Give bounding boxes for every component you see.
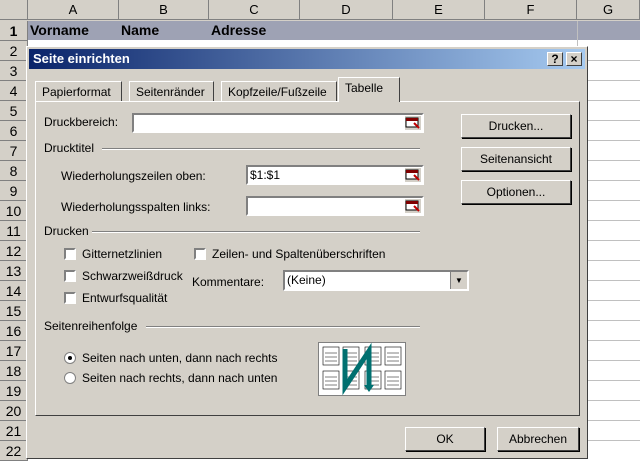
row-1-highlight bbox=[28, 21, 640, 40]
help-button[interactable]: ? bbox=[547, 52, 563, 66]
column-header-g[interactable]: G bbox=[577, 0, 640, 20]
repeat-columns-label: Wiederholungsspalten links: bbox=[61, 200, 211, 214]
collapse-dialog-icon[interactable] bbox=[405, 199, 421, 213]
print-group-label: Drucken bbox=[44, 224, 89, 238]
page-setup-dialog: Seite einrichten ? × Papierformat Seiten… bbox=[26, 46, 588, 459]
print-preview-button[interactable]: Seitenansicht bbox=[461, 147, 571, 171]
dialog-titlebar[interactable]: Seite einrichten ? × bbox=[29, 49, 585, 69]
close-button[interactable]: × bbox=[566, 52, 582, 66]
group-separator bbox=[146, 326, 420, 328]
column-header-e[interactable]: E bbox=[393, 0, 485, 20]
row-header-1[interactable]: 1 bbox=[0, 21, 28, 41]
row-header-16[interactable]: 16 bbox=[0, 321, 28, 341]
print-area-label: Druckbereich: bbox=[44, 115, 119, 129]
row-header-8[interactable]: 8 bbox=[0, 161, 28, 181]
cell-b1[interactable]: Name bbox=[121, 22, 159, 38]
print-titles-group-label: Drucktitel bbox=[44, 141, 95, 155]
row-header-3[interactable]: 3 bbox=[0, 61, 28, 81]
row-header-11[interactable]: 11 bbox=[0, 221, 28, 241]
row-header-10[interactable]: 10 bbox=[0, 201, 28, 221]
draft-quality-checkbox[interactable] bbox=[64, 292, 76, 304]
dialog-title: Seite einrichten bbox=[33, 51, 130, 66]
comments-label: Kommentare: bbox=[192, 275, 265, 289]
print-button[interactable]: Drucken... bbox=[461, 114, 571, 138]
row-header-18[interactable]: 18 bbox=[0, 361, 28, 381]
row-column-headings-checkbox[interactable] bbox=[194, 248, 206, 260]
row-header-19[interactable]: 19 bbox=[0, 381, 28, 401]
column-header-c[interactable]: C bbox=[209, 0, 300, 20]
cell-a1[interactable]: Vorname bbox=[30, 22, 89, 38]
column-header-f[interactable]: F bbox=[485, 0, 577, 20]
options-button[interactable]: Optionen... bbox=[461, 180, 571, 204]
order-over-then-down-radio[interactable] bbox=[64, 372, 76, 384]
row-header-5[interactable]: 5 bbox=[0, 101, 28, 121]
collapse-dialog-icon[interactable] bbox=[405, 116, 421, 130]
page-order-group-label: Seitenreihenfolge bbox=[44, 319, 138, 333]
page-order-preview-icon bbox=[318, 342, 406, 396]
row-header-17[interactable]: 17 bbox=[0, 341, 28, 361]
tab-kopfzeile-fusszeile[interactable]: Kopfzeile/Fußzeile bbox=[221, 81, 337, 101]
row-header-2[interactable]: 2 bbox=[0, 41, 28, 61]
group-separator bbox=[102, 148, 420, 150]
row-column-headings-label: Zeilen- und Spaltenüberschriften bbox=[212, 247, 386, 261]
tab-papierformat[interactable]: Papierformat bbox=[35, 81, 122, 101]
column-header-d[interactable]: D bbox=[300, 0, 393, 20]
row-header-9[interactable]: 9 bbox=[0, 181, 28, 201]
row-header-12[interactable]: 12 bbox=[0, 241, 28, 261]
order-over-then-down-label: Seiten nach rechts, dann nach unten bbox=[82, 371, 278, 385]
tab-tabelle[interactable]: Tabelle bbox=[338, 77, 400, 102]
row-header-21[interactable]: 21 bbox=[0, 421, 28, 441]
repeat-rows-label: Wiederholungszeilen oben: bbox=[61, 169, 206, 183]
cancel-button[interactable]: Abbrechen bbox=[497, 427, 579, 451]
tab-seitenraender[interactable]: Seitenränder bbox=[129, 81, 214, 101]
order-down-then-over-label: Seiten nach unten, dann nach rechts bbox=[82, 351, 278, 365]
row-header-7[interactable]: 7 bbox=[0, 141, 28, 161]
row-header-15[interactable]: 15 bbox=[0, 301, 28, 321]
ok-button[interactable]: OK bbox=[405, 427, 485, 451]
print-area-field[interactable] bbox=[132, 113, 424, 133]
repeat-rows-value: $1:$1 bbox=[250, 168, 281, 182]
repeat-rows-field[interactable]: $1:$1 bbox=[246, 165, 424, 185]
column-header-row: A B C D E F G bbox=[0, 0, 640, 21]
gridlines-label: Gitternetzlinien bbox=[82, 247, 163, 261]
row-header-4[interactable]: 4 bbox=[0, 81, 28, 101]
draft-quality-label: Entwurfsqualität bbox=[82, 291, 168, 305]
black-white-label: Schwarzweißdruck bbox=[82, 269, 183, 283]
select-all-corner[interactable] bbox=[0, 0, 28, 20]
group-separator bbox=[92, 231, 420, 233]
comments-select-value: (Keine) bbox=[287, 273, 326, 287]
order-down-then-over-radio[interactable] bbox=[64, 352, 76, 364]
gridlines-checkbox[interactable] bbox=[64, 248, 76, 260]
black-white-checkbox[interactable] bbox=[64, 270, 76, 282]
row-header-13[interactable]: 13 bbox=[0, 261, 28, 281]
comments-select[interactable]: (Keine) ▼ bbox=[283, 270, 469, 291]
row-header-20[interactable]: 20 bbox=[0, 401, 28, 421]
row-header-22[interactable]: 22 bbox=[0, 441, 28, 461]
column-header-a[interactable]: A bbox=[28, 0, 119, 20]
dropdown-arrow-icon[interactable]: ▼ bbox=[450, 272, 467, 289]
cell-c1[interactable]: Adresse bbox=[211, 22, 266, 38]
row-header-14[interactable]: 14 bbox=[0, 281, 28, 301]
repeat-columns-field[interactable] bbox=[246, 196, 424, 216]
column-header-b[interactable]: B bbox=[119, 0, 209, 20]
collapse-dialog-icon[interactable] bbox=[405, 168, 421, 182]
row-header-6[interactable]: 6 bbox=[0, 121, 28, 141]
